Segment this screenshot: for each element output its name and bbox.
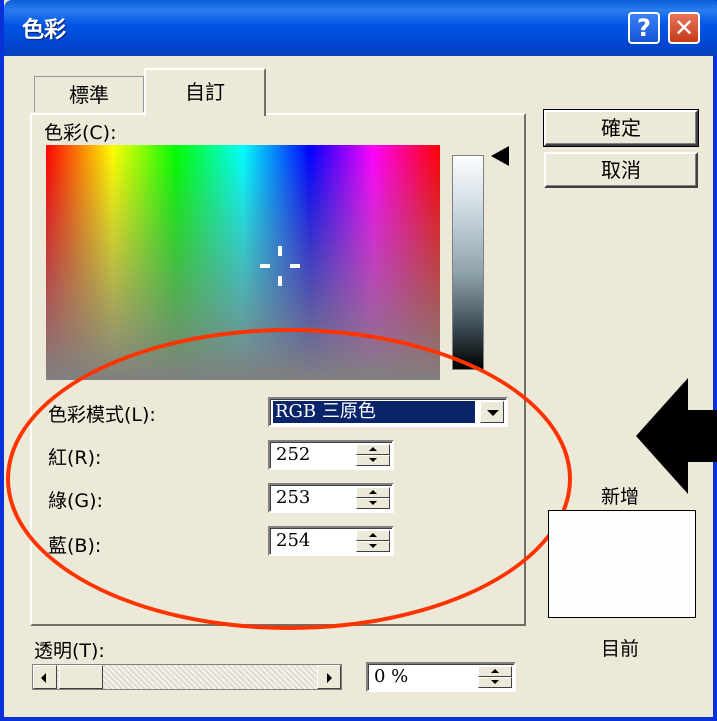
blue-value: 254 xyxy=(276,530,311,551)
chevron-down-icon[interactable] xyxy=(480,401,504,423)
spin-up-icon[interactable] xyxy=(478,666,512,677)
red-value: 252 xyxy=(276,444,311,465)
red-label: 紅(R): xyxy=(48,447,102,469)
green-value: 253 xyxy=(276,487,311,508)
color-preview xyxy=(548,510,696,618)
color-spectrum[interactable] xyxy=(46,145,440,380)
help-icon: ? xyxy=(637,14,651,42)
spin-down-icon[interactable] xyxy=(478,677,512,688)
color-mode-select[interactable]: RGB 三原色 xyxy=(268,397,508,427)
close-button[interactable]: ✕ xyxy=(668,12,700,44)
window-title: 色彩 xyxy=(22,18,67,43)
transparency-label: 透明(T): xyxy=(34,640,105,662)
help-button[interactable]: ? xyxy=(628,12,660,44)
spin-down-icon[interactable] xyxy=(356,541,390,552)
slider-thumb[interactable] xyxy=(59,665,103,689)
spin-down-icon[interactable] xyxy=(356,455,390,466)
luminance-slider[interactable] xyxy=(452,155,484,370)
color-picker-label: 色彩(C): xyxy=(44,122,117,144)
luminance-pointer-icon[interactable] xyxy=(491,146,509,166)
transparency-spin-arrows[interactable] xyxy=(478,666,512,688)
blue-spin-arrows[interactable] xyxy=(356,530,390,552)
blue-spinner[interactable]: 254 xyxy=(268,526,394,556)
current-color-label: 目前 xyxy=(601,638,640,660)
close-icon: ✕ xyxy=(673,14,695,42)
green-label: 綠(G): xyxy=(48,490,103,512)
spin-up-icon[interactable] xyxy=(356,487,390,498)
scroll-left-icon[interactable] xyxy=(33,665,57,689)
cancel-button[interactable]: 取消 xyxy=(544,152,698,188)
red-spin-arrows[interactable] xyxy=(356,444,390,466)
annotation-arrow-icon xyxy=(636,378,717,494)
tab-standard[interactable]: 標準 xyxy=(34,76,144,112)
spin-up-icon[interactable] xyxy=(356,444,390,455)
color-mode-value: RGB 三原色 xyxy=(273,401,475,423)
ok-button[interactable]: 確定 xyxy=(543,109,699,147)
green-spin-arrows[interactable] xyxy=(356,487,390,509)
transparency-slider[interactable] xyxy=(32,664,342,690)
transparency-value: 0 % xyxy=(374,666,409,687)
spin-down-icon[interactable] xyxy=(356,498,390,509)
color-dialog: 色彩 ? ✕ 標準 自訂 色彩(C): 確定 取消 色彩模式(L): RGB 三… xyxy=(0,0,717,721)
green-spinner[interactable]: 253 xyxy=(268,483,394,513)
red-spinner[interactable]: 252 xyxy=(268,440,394,470)
tab-custom[interactable]: 自訂 xyxy=(144,68,266,116)
crosshair-cursor-icon xyxy=(260,246,300,286)
spin-up-icon[interactable] xyxy=(356,530,390,541)
title-bar[interactable]: 色彩 ? ✕ xyxy=(4,0,717,56)
scroll-right-icon[interactable] xyxy=(317,665,341,689)
new-color-label: 新增 xyxy=(601,486,640,508)
transparency-spinner[interactable]: 0 % xyxy=(366,662,516,692)
color-mode-label: 色彩模式(L): xyxy=(48,404,156,426)
blue-label: 藍(B): xyxy=(48,535,102,557)
